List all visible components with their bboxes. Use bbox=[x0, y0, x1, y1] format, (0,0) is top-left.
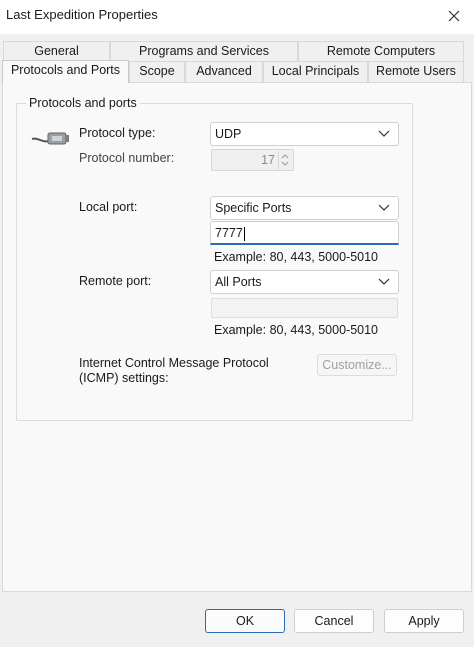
remote-port-example: Example: 80, 443, 5000-5010 bbox=[214, 323, 379, 337]
remote-port-dropdown[interactable]: All Ports bbox=[210, 270, 399, 294]
group-title: Protocols and ports bbox=[26, 96, 140, 110]
network-cable-icon bbox=[30, 127, 70, 149]
icmp-label-line1: Internet Control Message Protocol bbox=[79, 356, 269, 370]
remote-port-value: All Ports bbox=[215, 275, 262, 289]
protocol-number-label: Protocol number: bbox=[79, 151, 175, 165]
chevron-down-icon bbox=[378, 204, 390, 211]
local-port-input[interactable]: 7777 bbox=[210, 221, 399, 245]
local-port-dropdown[interactable]: Specific Ports bbox=[210, 196, 399, 220]
chevron-down-icon bbox=[378, 130, 390, 137]
protocol-type-dropdown[interactable]: UDP bbox=[210, 122, 399, 146]
protocol-type-value: UDP bbox=[215, 127, 242, 141]
tab-advanced[interactable]: Advanced bbox=[185, 61, 263, 82]
local-port-example: Example: 80, 443, 5000-5010 bbox=[214, 250, 379, 264]
customize-button[interactable]: Customize... bbox=[317, 354, 397, 376]
ok-button[interactable]: OK bbox=[205, 609, 285, 633]
protocol-number-value: 17 bbox=[261, 153, 275, 167]
spinner-arrows-icon bbox=[278, 151, 291, 169]
remote-port-label: Remote port: bbox=[79, 274, 152, 288]
local-port-text: 7777 bbox=[215, 226, 243, 240]
protocol-number-spinner: 17 bbox=[211, 149, 294, 171]
remote-port-input bbox=[211, 298, 398, 318]
icmp-label-line2: (ICMP) settings: bbox=[79, 371, 169, 385]
tab-general[interactable]: General bbox=[3, 41, 110, 62]
apply-button[interactable]: Apply bbox=[384, 609, 464, 633]
tab-remote-computers[interactable]: Remote Computers bbox=[298, 41, 464, 62]
local-port-value: Specific Ports bbox=[215, 201, 292, 215]
tab-programs-and-services[interactable]: Programs and Services bbox=[110, 41, 298, 62]
tab-remote-users[interactable]: Remote Users bbox=[368, 61, 464, 82]
text-cursor bbox=[243, 226, 245, 241]
tab-protocols-and-ports[interactable]: Protocols and Ports bbox=[2, 60, 129, 83]
window-title: Last Expedition Properties bbox=[6, 7, 158, 22]
tab-scope[interactable]: Scope bbox=[129, 61, 185, 82]
protocol-type-label: Protocol type: bbox=[79, 126, 156, 140]
cancel-button[interactable]: Cancel bbox=[294, 609, 374, 633]
tab-local-principals[interactable]: Local Principals bbox=[263, 61, 368, 82]
close-icon[interactable] bbox=[440, 2, 468, 28]
chevron-down-icon bbox=[378, 278, 390, 285]
local-port-label: Local port: bbox=[79, 200, 138, 214]
